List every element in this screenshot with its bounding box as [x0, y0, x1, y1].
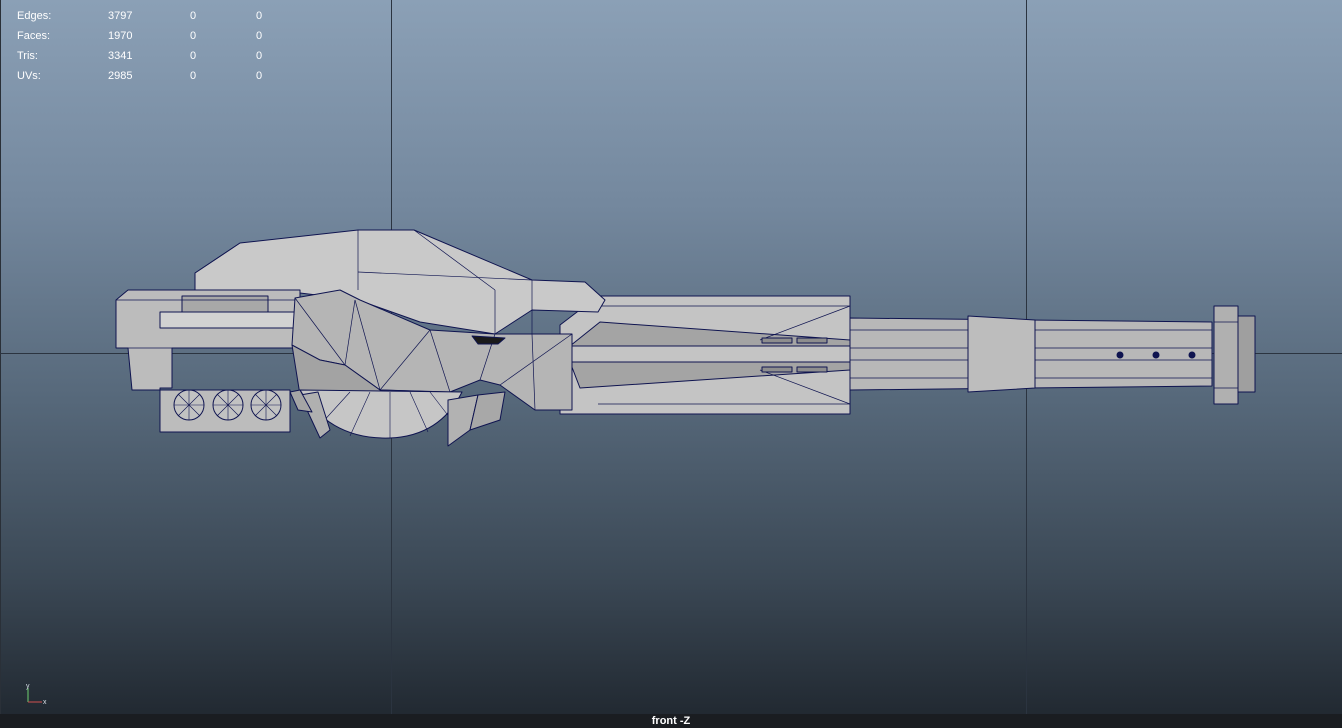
- muzzle-cap: [1237, 315, 1256, 393]
- barrel-hole: [1188, 351, 1196, 359]
- barrel-hole: [1116, 351, 1124, 359]
- viewport-camera-bar: front -Z: [0, 714, 1342, 728]
- muzzle-ring: [1213, 305, 1239, 405]
- weapon-model-mesh[interactable]: [0, 0, 1342, 728]
- axis-gizmo-icon: y x: [26, 683, 47, 706]
- knob-row: [173, 389, 282, 421]
- front-viewport[interactable]: Edges: 3797 0 0 Faces: 1970 0 0 Tris: 33…: [0, 0, 1342, 728]
- barrel-collar: [967, 315, 1036, 393]
- camera-name-label: front -Z: [651, 715, 691, 727]
- barrel-hole: [1152, 351, 1160, 359]
- barrel-shroud: [559, 295, 851, 415]
- axis-label-x: x: [43, 699, 47, 706]
- axis-label-y: y: [26, 683, 30, 690]
